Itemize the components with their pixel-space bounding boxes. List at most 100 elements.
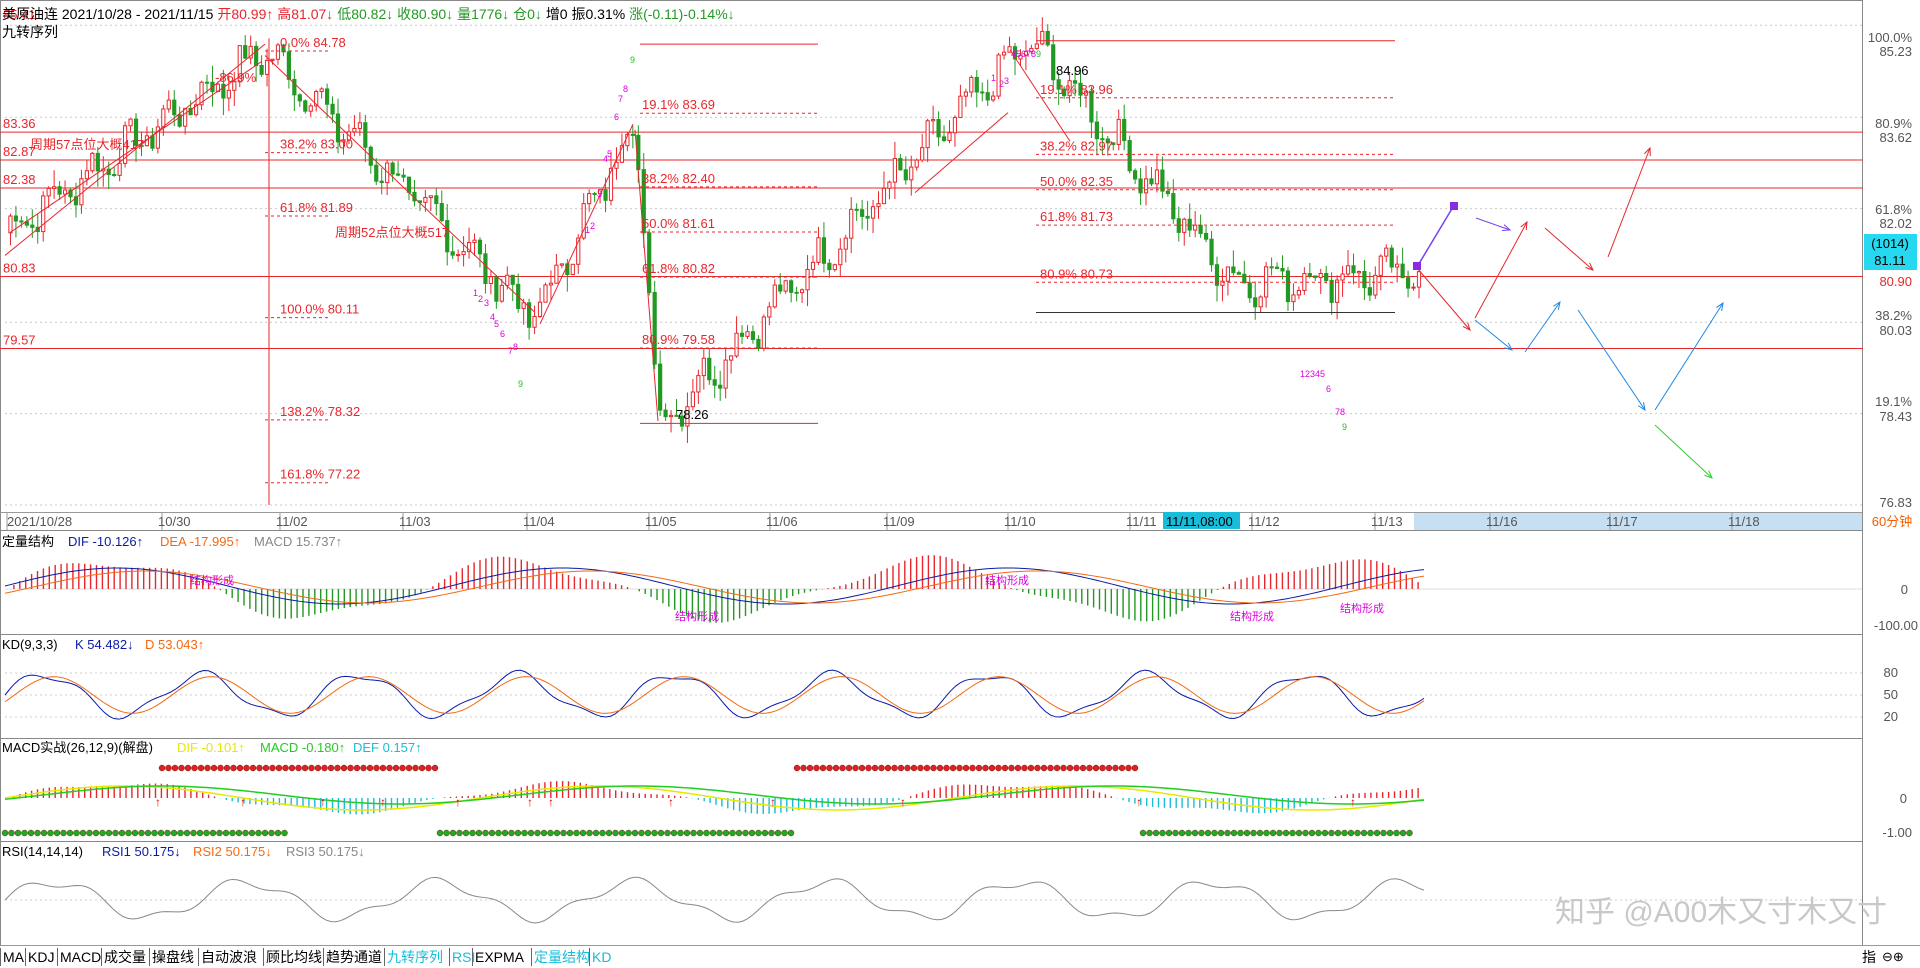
- tab-10[interactable]: EXPMA: [475, 949, 524, 965]
- candle: [128, 118, 133, 127]
- candle: [390, 162, 395, 175]
- signal-dot: [203, 829, 210, 837]
- signal-dot: [1099, 764, 1106, 772]
- tab-3[interactable]: 成交量: [104, 949, 146, 965]
- tab-8[interactable]: 九转序列: [387, 949, 443, 965]
- time-axis-label: 11/03: [399, 514, 431, 529]
- signal-dot: [923, 764, 931, 772]
- signal-dot: [1243, 829, 1251, 837]
- candle: [985, 92, 990, 101]
- signal-dot: [904, 764, 911, 772]
- signal-dot: [366, 764, 374, 772]
- td-digit: 9: [1342, 422, 1347, 432]
- cycle-annotation: 周期57点位大概417: [30, 137, 144, 152]
- fib-right-label: 19.1% 83.96: [1040, 82, 1113, 97]
- tab-6[interactable]: 顾比均线: [266, 949, 322, 965]
- tab-12[interactable]: KD: [592, 949, 611, 965]
- candle: [510, 274, 515, 285]
- signal-dot: [845, 764, 853, 772]
- candle: [374, 164, 379, 182]
- td-digit: 8: [513, 342, 518, 352]
- candle: [270, 58, 275, 61]
- signal-dot: [735, 829, 743, 837]
- signal-dot: [826, 764, 833, 772]
- signal-dot: [930, 764, 937, 772]
- tab-separator: [0, 948, 1, 966]
- signal-dot: [21, 829, 28, 837]
- candle: [95, 152, 100, 172]
- tab-0[interactable]: MA: [3, 949, 24, 965]
- zoom-icon[interactable]: ⊖⊕: [1882, 949, 1904, 965]
- candle: [319, 88, 324, 93]
- signal-dot: [14, 829, 22, 837]
- signal-dot: [1040, 764, 1048, 772]
- candle: [183, 107, 188, 127]
- candle: [1138, 178, 1143, 194]
- candle: [1384, 247, 1389, 257]
- signal-dot: [210, 764, 218, 772]
- candle: [810, 261, 816, 270]
- candle: [1231, 266, 1236, 274]
- candle: [1154, 169, 1160, 185]
- buy-arrow: ↑: [527, 795, 533, 809]
- candle: [434, 195, 439, 205]
- candle: [1389, 247, 1394, 268]
- signal-dot: [170, 829, 178, 837]
- td-digit: 5: [607, 149, 612, 159]
- panel1-axis-label: 0: [1901, 582, 1908, 597]
- panel2-k: K 54.482↓: [75, 637, 134, 652]
- tab-2[interactable]: MACD: [60, 949, 101, 965]
- tab-5[interactable]: 自动波浪: [201, 949, 257, 965]
- indicator-tab-bar: MA KDJ MACD 成交量 操盘线 自动波浪 顾比均线 趋势通道 九转序列 RSI EXPMA 定…: [0, 945, 1920, 968]
- signal-dot: [1328, 829, 1335, 837]
- tab-separator: [531, 948, 532, 966]
- time-axis-label: 11/06: [766, 514, 798, 529]
- signal-dot: [599, 829, 606, 837]
- candle: [1182, 218, 1187, 233]
- candle: [652, 291, 657, 365]
- signal-dot: [112, 829, 119, 837]
- candle: [363, 122, 368, 148]
- candle: [559, 263, 564, 266]
- period-label: 60分钟: [1872, 514, 1912, 529]
- signal-dot: [1066, 764, 1074, 772]
- signal-dot: [988, 764, 996, 772]
- signal-dot: [664, 829, 671, 837]
- tab-1[interactable]: KDJ: [28, 949, 54, 965]
- buy-arrow: ↑: [320, 795, 326, 809]
- tab-right-label[interactable]: 指: [1862, 949, 1876, 965]
- signal-dot: [340, 764, 348, 772]
- candle: [750, 331, 756, 340]
- candle: [401, 174, 406, 178]
- signal-dot: [1086, 764, 1093, 772]
- buy-arrow: ↑: [548, 795, 554, 809]
- tab-7[interactable]: 趋势通道: [326, 949, 382, 965]
- candle: [794, 291, 799, 294]
- signal-dot: [177, 829, 184, 837]
- candle: [1416, 271, 1422, 288]
- signal-dot: [204, 764, 211, 772]
- header-oi-change: 增0: [545, 6, 568, 22]
- panel3-macd: MACD -0.180↑: [260, 740, 345, 755]
- signal-dot: [262, 764, 270, 772]
- signal-dot: [405, 764, 413, 772]
- panel2-d: D 53.043↑: [145, 637, 204, 652]
- candle: [554, 264, 559, 284]
- signal-dot: [436, 829, 444, 837]
- signal-dot: [183, 829, 191, 837]
- tab-4[interactable]: 操盘线: [152, 949, 194, 965]
- signal-dot: [216, 829, 223, 837]
- header-change: 涨(-0.11)-0.14%↓: [629, 6, 735, 22]
- signal-dot: [8, 829, 15, 837]
- candle: [996, 54, 1001, 97]
- signal-dot: [1315, 829, 1322, 837]
- tab-11[interactable]: 定量结构: [534, 949, 590, 965]
- panel1-axis-label: -100.00: [1874, 618, 1918, 633]
- candle: [1362, 271, 1367, 289]
- candle: [1291, 294, 1296, 303]
- structure-tag: 结构形成: [1230, 609, 1274, 623]
- signal-dot: [553, 829, 561, 837]
- signal-dot: [360, 764, 367, 772]
- candle: [521, 302, 526, 309]
- signal-dot: [638, 829, 645, 837]
